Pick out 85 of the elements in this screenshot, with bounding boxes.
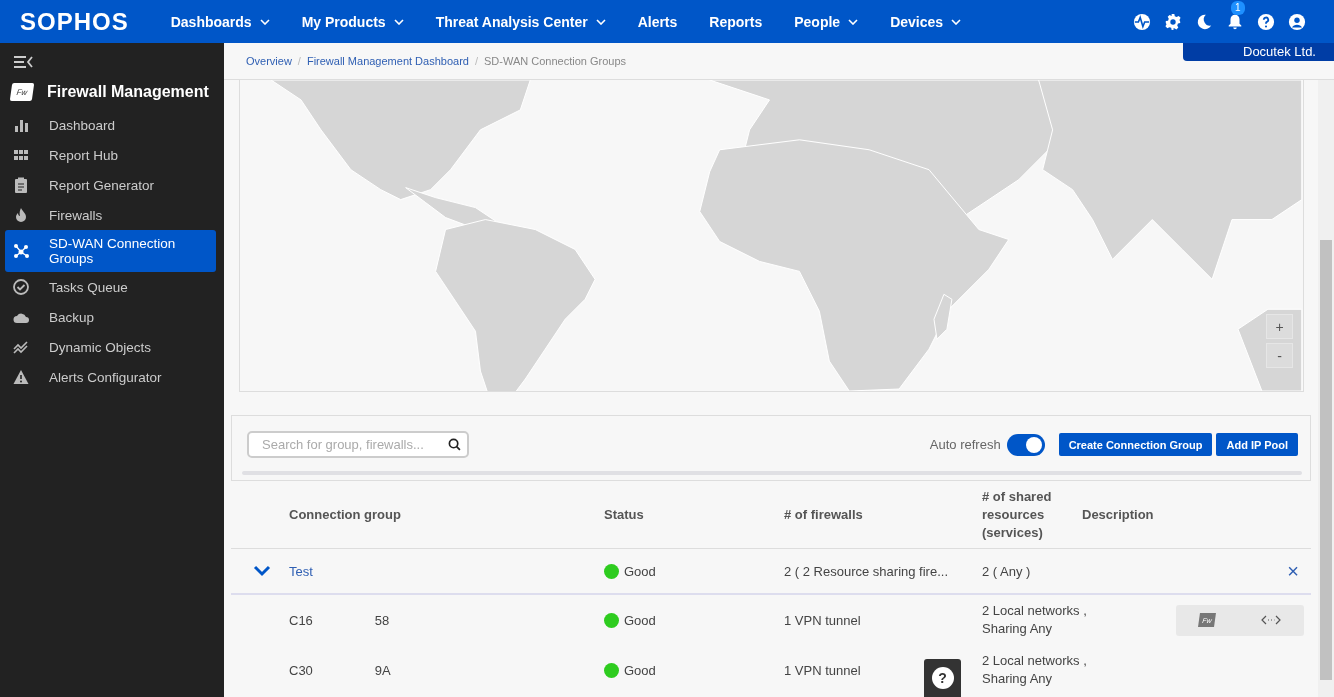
zoom-out-button[interactable]: - xyxy=(1266,343,1293,368)
table-cell-text: 2 Local networks , xyxy=(982,652,1088,670)
firewall-name-start: C30 xyxy=(289,662,313,678)
chevron-down-icon[interactable] xyxy=(253,565,271,577)
nav-menu-item[interactable]: My Products xyxy=(285,13,420,30)
auto-refresh-label: Auto refresh xyxy=(929,437,1001,452)
sidebar-item[interactable]: Backup xyxy=(5,302,216,332)
table-cell-text: Sharing Any xyxy=(982,620,1054,638)
sidebar-item-label: Dynamic Objects xyxy=(49,339,152,355)
product-title: Firewall Management xyxy=(47,83,209,101)
nav-menu-item[interactable]: Alerts xyxy=(621,13,694,30)
nav-menu-item[interactable]: Dashboards xyxy=(154,13,286,30)
sidebar-item-label: Dashboard xyxy=(49,117,116,133)
status-text: Good xyxy=(624,662,656,678)
trend-lines-icon xyxy=(13,339,29,355)
breadcrumb-link[interactable]: Firewall Management Dashboard xyxy=(306,55,469,67)
table-cell-text: 2 ( Any ) xyxy=(982,563,1032,579)
sidebar-item-label: Report Generator xyxy=(49,177,155,193)
status-text: Good xyxy=(624,612,656,628)
table-cell-text: 2 Local networks , xyxy=(982,602,1088,620)
table-cell-text: Sharing Any xyxy=(982,670,1054,688)
network-nodes-icon xyxy=(13,243,29,259)
search-input[interactable]: Search for group, firewalls... xyxy=(260,436,448,453)
create-group-button[interactable]: Create Connection Group xyxy=(1058,433,1213,456)
column-header: # of firewalls xyxy=(784,505,864,524)
add-pool-button[interactable]: Add IP Pool xyxy=(1216,433,1298,456)
grid-icon xyxy=(13,147,29,163)
link-arrows-icon[interactable] xyxy=(1261,615,1281,625)
check-circle-icon xyxy=(13,279,29,295)
tenant-label: Docutek Ltd. xyxy=(1183,43,1334,61)
moon-icon[interactable] xyxy=(1195,12,1213,31)
nav-menu-item[interactable]: Threat Analysis Center xyxy=(419,13,622,30)
status-text: Good xyxy=(624,563,656,579)
sidebar-item[interactable]: Report Hub xyxy=(5,140,216,170)
vertical-scrollbar[interactable] xyxy=(1318,80,1334,697)
sidebar-item[interactable]: SD-WAN Connection Groups xyxy=(5,230,216,272)
nav-menu-item[interactable]: People xyxy=(778,13,875,30)
column-header: Connection group xyxy=(289,505,402,524)
firewall-name-end: 9A xyxy=(374,662,391,678)
nav-menu-item[interactable]: Devices xyxy=(874,13,978,30)
notification-badge: 1 xyxy=(1231,0,1245,15)
help-icon[interactable] xyxy=(1257,12,1275,31)
nav-menu-item[interactable]: Reports xyxy=(693,13,779,30)
sidebar-item-label: Backup xyxy=(49,309,95,325)
warning-icon xyxy=(13,369,29,385)
breadcrumb-current: SD-WAN Connection Groups xyxy=(484,55,627,67)
sidebar-item[interactable]: Tasks Queue xyxy=(5,272,216,302)
close-button[interactable]: × xyxy=(1287,559,1299,583)
pulse-icon[interactable] xyxy=(1133,12,1151,31)
clipboard-icon xyxy=(13,177,29,193)
zoom-in-button[interactable]: + xyxy=(1266,314,1293,339)
group-name-link[interactable]: Test xyxy=(289,563,604,579)
sidebar-item-label: Alerts Configurator xyxy=(49,369,162,385)
table-cell-text: 1 VPN tunnel xyxy=(784,612,862,628)
sidebar-item-label: Report Hub xyxy=(49,147,119,163)
flame-icon xyxy=(13,207,29,223)
firewall-name-end: 58 xyxy=(374,612,390,628)
column-header: Description xyxy=(1082,505,1155,524)
collapse-menu-icon[interactable] xyxy=(13,55,33,69)
sidebar-item[interactable]: Firewalls xyxy=(5,200,216,230)
auto-refresh-toggle[interactable] xyxy=(1006,433,1045,456)
product-logo: Fw xyxy=(9,83,35,101)
column-header: # of shared resources (services) xyxy=(982,487,1053,542)
bar-chart-icon xyxy=(13,117,29,133)
column-header: Status xyxy=(604,505,645,524)
firewall-name-start: C16 xyxy=(289,612,313,628)
search-icon xyxy=(448,438,461,451)
sidebar-item[interactable]: Alerts Configurator xyxy=(5,362,216,392)
sidebar-item[interactable]: Report Generator xyxy=(5,170,216,200)
table-cell-text: 1 VPN tunnel xyxy=(784,662,862,678)
sidebar-item[interactable]: Dashboard xyxy=(5,110,216,140)
table-cell-text: 2 ( 2 Resource sharing fire... xyxy=(784,563,950,579)
user-icon[interactable] xyxy=(1288,12,1306,31)
sidebar-item-label: SD-WAN Connection Groups xyxy=(49,236,177,266)
help-button[interactable]: ? xyxy=(924,659,961,697)
sidebar-item[interactable]: Dynamic Objects xyxy=(5,332,216,362)
settings-icon[interactable] xyxy=(1164,12,1182,31)
logo: SOPHOS xyxy=(20,7,129,36)
breadcrumb-separator: / xyxy=(297,55,301,67)
bell-icon[interactable] xyxy=(1226,12,1244,31)
breadcrumb-separator: / xyxy=(474,55,478,67)
sidebar-item-label: Firewalls xyxy=(49,207,103,223)
search-field[interactable]: Search for group, firewalls... xyxy=(247,431,469,458)
sidebar-item-label: Tasks Queue xyxy=(49,279,128,295)
breadcrumb-link[interactable]: Overview xyxy=(246,55,292,67)
